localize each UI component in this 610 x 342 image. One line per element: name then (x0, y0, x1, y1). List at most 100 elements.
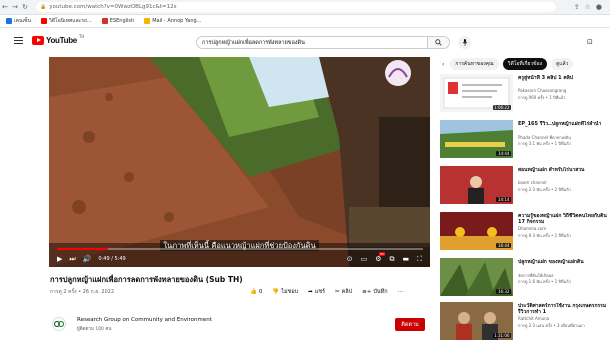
recommendation-title[interactable]: ปลูกหญ้าแฝก ของหญ้าแฝกดิน (518, 259, 610, 265)
menu-icon[interactable] (14, 37, 23, 44)
profile-icon[interactable]: ● (596, 3, 602, 11)
bookmark-favicon-icon (144, 18, 151, 24)
channel-logo-icon (54, 320, 64, 328)
save-icon: ≡+ (362, 289, 372, 295)
reload-icon[interactable]: ↻ (20, 3, 30, 11)
recommendation-item[interactable]: 16:44 ความรู้ของหญ้าแฝก วิถีชีวิตคนไทยกั… (440, 212, 610, 251)
youtube-header: YouTube TH การปลูกหญ้าแฝกเพื่อลดการพังทล… (0, 28, 610, 54)
more-button[interactable]: ⋯ (398, 289, 404, 295)
youtube-play-icon (32, 36, 44, 45)
browser-toolbar: ← → ↻ 🔒 youtube.com/watch?v=0WwzOBLg91c&… (0, 0, 610, 15)
microphone-icon (462, 39, 467, 46)
player-controls: ▶ ⏭ 🔊 0:49 / 5:49 ⊙ ▭ ⚙ ⧉ ▬ ⛶ (49, 252, 430, 266)
chevron-left-icon[interactable]: ‹ (440, 61, 446, 68)
recommendation-thumbnail[interactable]: 16:44 (440, 212, 513, 250)
share-icon: ➦ (308, 289, 313, 295)
youtube-logo[interactable]: YouTube TH (32, 34, 84, 45)
bookmark-item[interactable]: วิดีโอนิเทศและรถ... (41, 17, 92, 25)
volume-icon[interactable]: 🔊 (83, 255, 92, 263)
recommendation-channel: boom channel (518, 180, 547, 185)
recommendation-thumbnail[interactable]: 1:06:22 (440, 74, 513, 112)
recommendation-meta: การดู 960 ครั้ง • 1 ปีที่แล้ว (518, 95, 566, 100)
video-title: การปลูกหญ้าแฝกเพื่อการลดการพังทลายของดิน… (50, 275, 243, 284)
lock-icon: 🔒 (40, 4, 47, 10)
clip-button[interactable]: ✂ คลิป (335, 288, 352, 296)
bookmark-item[interactable]: เคนเซ็น (6, 17, 31, 25)
miniplayer-icon[interactable]: ⧉ (389, 255, 394, 264)
recommendation-meta: การดู 2.3 แสน ครั้ง • 3 เดือนที่ผ่านมา (518, 323, 585, 328)
video-meta: การดู 2 ครั้ง • 26 ก.ย. 2022 (50, 289, 115, 295)
recommendation-thumbnail[interactable]: 1:31:06 (440, 302, 513, 340)
bookmark-favicon-icon (6, 18, 12, 24)
recommendation-title[interactable]: ความรู้ของหญ้าแฝก วิถีชีวิตคนไทยกับดิน 1… (518, 213, 610, 225)
bookmark-favicon-icon (101, 18, 108, 24)
channel-name[interactable]: Research Group on Community and Environm… (77, 317, 212, 323)
fullscreen-icon[interactable]: ⛶ (417, 255, 422, 264)
thumbs-up-icon: 👍 (250, 289, 257, 295)
video-time: 0:49 / 5:49 (98, 256, 126, 262)
video-duration: 14:44 (496, 151, 511, 156)
address-bar[interactable]: 🔒 youtube.com/watch?v=0WwzOBLg91c&t=12s (36, 2, 556, 12)
channel-subscribers: ผู้ติดตาม 100 คน (77, 327, 112, 332)
address-url: youtube.com/watch?v=0WwzOBLg91c&t=12s (49, 4, 177, 10)
progress-fill (57, 248, 109, 250)
bookmark-item[interactable]: ESEnglish (101, 18, 134, 24)
channel-avatar[interactable] (52, 317, 66, 331)
subscribe-button[interactable]: ติดตาม (395, 318, 425, 331)
video-duration: 16:32 (496, 289, 511, 294)
related-filter-chips: ‹ การค้นหาของคุณ วิดีโอที่เกี่ยวข้อง ดูแ… (440, 58, 610, 70)
settings-gear-icon[interactable]: ⚙ (375, 252, 386, 263)
channel-row: Research Group on Community and Environm… (50, 314, 430, 334)
bookmarks-bar: เคนเซ็น วิดีโอนิเทศและรถ... ESEnglish Ma… (0, 15, 610, 28)
play-icon[interactable]: ▶ (57, 255, 62, 263)
save-button[interactable]: ≡+ บันทึก (362, 288, 387, 296)
recommendation-item[interactable]: 1:31:06 ประวัติศาสตร์การใช้งาน กรุงเกษตร… (440, 302, 610, 341)
recommendation-thumbnail[interactable]: 14:44 (440, 120, 513, 158)
recommendation-item[interactable]: 16:32 ปลูกหญ้าแฝก ของหญ้าแฝกดิน จัดการที… (440, 258, 610, 297)
recommendation-meta: การดู 1.6 พัน ครั้ง • 1 ปีที่แล้ว (518, 279, 571, 284)
bookmark-favicon-icon (41, 18, 47, 24)
recommendation-thumbnail[interactable]: 14:14 (440, 166, 513, 204)
dislike-button[interactable]: 👎 ไม่ชอบ (272, 288, 298, 296)
video-duration: 14:14 (496, 197, 511, 202)
search-button[interactable] (428, 36, 450, 49)
video-player[interactable]: ในภาพที่เห็นนี้ คือแนวหญ้าแฝกที่ช่วยป้อง… (49, 57, 430, 267)
recommendation-thumbnail[interactable]: 16:32 (440, 258, 513, 296)
video-duration: 1:06:22 (492, 105, 511, 110)
video-duration: 1:31:06 (492, 333, 511, 338)
more-icon: ⋯ (397, 289, 404, 295)
chip-from-search[interactable]: การค้นหาของคุณ (450, 58, 499, 70)
recommendation-title[interactable]: ครูสู่หน้าที่ 3 คลิป 1 คลิป (518, 75, 610, 81)
chip-related[interactable]: วิดีโอที่เกี่ยวข้อง (502, 58, 548, 70)
recommendation-title[interactable]: EP_165 รีวิว..ปลูกหญ้าแฝกที่ไร่ลำน้ำ (518, 121, 610, 127)
bookmark-star-icon[interactable]: ☆ (585, 3, 591, 11)
clip-icon: ✂ (334, 289, 340, 295)
account-icon[interactable]: ⊡ (587, 38, 593, 46)
recommendation-channel: Pakasorn Chaosongrang (518, 88, 567, 93)
recommendation-channel: Dhamma.com (518, 226, 547, 231)
theater-mode-icon[interactable]: ▬ (402, 255, 409, 263)
video-duration: 16:44 (496, 243, 511, 248)
recommendation-meta: การดู 3.1 พัน ครั้ง • 1 ปีที่แล้ว (518, 141, 571, 146)
recommendation-channel: Rattchit Amuna (518, 316, 550, 321)
search-icon (435, 39, 442, 46)
voice-search-button[interactable] (458, 36, 471, 49)
video-progress-bar[interactable] (57, 248, 423, 250)
recommendation-title[interactable]: สอนหญ้าแฝก สำหรับไร่นาสวน (518, 167, 610, 173)
video-actions: 👍 0 👎 ไม่ชอบ ➦ แชร์ ✂ คลิป ≡+ บันทึก ⋯ (250, 288, 403, 296)
captions-icon[interactable]: ▭ (361, 255, 368, 263)
like-button[interactable]: 👍 0 (250, 289, 262, 295)
back-icon[interactable]: ← (0, 3, 10, 11)
share-button[interactable]: ➦ แชร์ (308, 288, 325, 296)
forward-icon[interactable]: → (10, 3, 20, 11)
share-page-icon[interactable]: ⇪ (574, 3, 580, 11)
next-icon[interactable]: ⏭ (69, 255, 75, 264)
search-input[interactable]: การปลูกหญ้าแฝกเพื่อลดการพังทลายของดิน (196, 36, 428, 49)
recommendation-item[interactable]: 1:06:22 ครูสู่หน้าที่ 3 คลิป 1 คลิป Paka… (440, 74, 610, 113)
autoplay-toggle-icon[interactable]: ⊙ (347, 255, 353, 263)
recommendation-item[interactable]: 14:14 สอนหญ้าแฝก สำหรับไร่นาสวน boom cha… (440, 166, 610, 205)
chip-watched[interactable]: ดูแล้ว (551, 58, 574, 70)
recommendation-item[interactable]: 14:44 EP_165 รีวิว..ปลูกหญ้าแฝกที่ไร่ลำน… (440, 120, 610, 159)
bookmark-item[interactable]: Mail - Annop Yang... (144, 18, 201, 24)
recommendation-title[interactable]: ประวัติศาสตร์การใช้งาน กรุงเกษตรกรรม รีว… (518, 303, 610, 315)
